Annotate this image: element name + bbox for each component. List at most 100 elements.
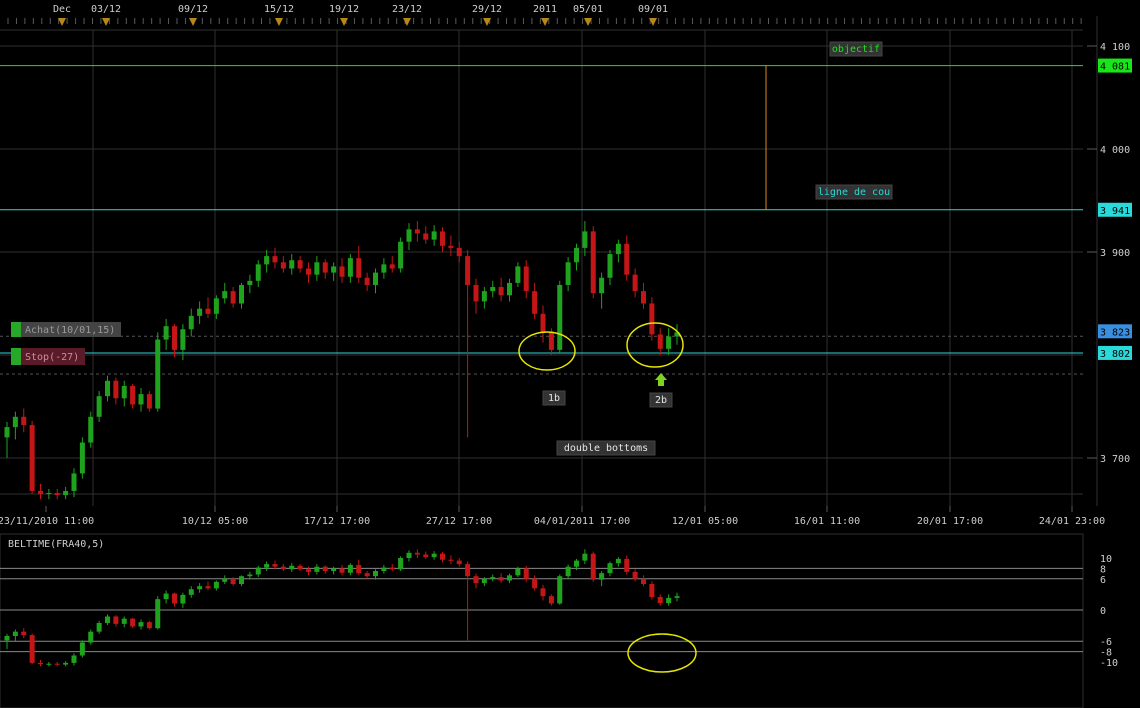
candle-body — [239, 284, 244, 304]
price-tag-label: 3 802 — [1100, 349, 1130, 360]
time-axis-label: 20/01 17:00 — [917, 516, 983, 527]
price-tick-label: 3 700 — [1100, 454, 1130, 465]
candle-body — [289, 260, 295, 269]
ind-body — [339, 568, 345, 573]
candle-body — [121, 385, 127, 399]
ind-body — [473, 576, 479, 584]
top-axis-label: 23/12 — [392, 4, 422, 15]
candle-body — [389, 264, 395, 269]
time-axis-label: 04/01/2011 17:00 — [534, 516, 630, 527]
candle-body — [649, 303, 655, 335]
candle-body — [657, 334, 663, 349]
candle-body — [306, 268, 311, 275]
candle-body — [322, 262, 328, 273]
ind-body — [565, 566, 571, 577]
ind-body — [465, 564, 471, 577]
candle-body — [565, 262, 571, 285]
ind-body — [414, 552, 420, 555]
time-axis-label: 23/11/2010 11:00 — [0, 516, 94, 527]
ind-body — [523, 568, 529, 579]
candle-body — [172, 326, 177, 350]
ind-body — [532, 578, 538, 589]
price-axis: 4 100 4 000 3 900 3 700 4 081 3 941 3 823 3 802 — [1087, 16, 1132, 506]
candle-body — [21, 416, 27, 426]
top-axis-label: 29/12 — [472, 4, 502, 15]
candle-body — [364, 277, 370, 285]
candle-body — [130, 385, 136, 405]
ind-body — [448, 559, 454, 561]
indicator-panel[interactable]: 1086 0 -6-8-10 BELTIME(FRA40,5) — [0, 533, 1118, 708]
candle-body — [88, 416, 94, 443]
ind-body — [582, 553, 588, 561]
ind-body — [431, 553, 437, 558]
candle-body — [624, 243, 630, 275]
top-axis-label: 2011 — [533, 4, 557, 15]
candle-body — [481, 291, 487, 302]
ind-body — [347, 564, 353, 573]
ind-tick-label: -10 — [1100, 658, 1118, 669]
ind-body — [63, 662, 69, 665]
ind-body — [213, 581, 219, 589]
ind-body — [105, 616, 110, 623]
top-axis-label: 09/12 — [178, 4, 208, 15]
stop-order-label: Stop(-27) — [25, 352, 79, 363]
ind-body — [280, 566, 286, 570]
ind-body — [306, 569, 311, 572]
candle-body — [431, 231, 437, 240]
candle-body — [71, 473, 77, 491]
ind-body — [507, 575, 512, 581]
ind-tick-label: -8 — [1100, 648, 1112, 659]
candle-body — [155, 339, 161, 409]
stop-order-swatch — [11, 348, 21, 365]
ind-body — [180, 594, 186, 604]
candle-body — [255, 264, 261, 281]
candle-body — [197, 308, 203, 316]
candle-body — [523, 266, 529, 292]
candle-body — [188, 315, 194, 330]
top-axis-label: 15/12 — [264, 4, 294, 15]
candle-body — [582, 231, 588, 248]
ind-body — [515, 568, 521, 576]
time-axis-label: 17/12 17:00 — [304, 516, 370, 527]
top-axis-label: 03/12 — [91, 4, 121, 15]
top-axis-label: 19/12 — [329, 4, 359, 15]
candle-body — [448, 245, 454, 248]
trading-chart[interactable]: Dec 03/12 09/12 15/12 19/12 23/12 29/12 2011 05/… — [0, 0, 1140, 708]
candle-body — [373, 272, 378, 285]
ind-body — [113, 616, 119, 624]
ind-body — [373, 571, 378, 577]
candle-body — [12, 416, 18, 428]
ind-body — [406, 552, 412, 558]
ind-body — [389, 567, 395, 570]
ind-body — [138, 622, 144, 627]
candle-body — [297, 260, 303, 269]
buy-order-label: Achat(10/01,15) — [25, 325, 115, 336]
candle-body — [398, 241, 404, 269]
ind-body — [615, 558, 621, 564]
candle-body — [331, 266, 337, 273]
candle-body — [54, 493, 60, 496]
candle-body — [423, 233, 429, 240]
price-tag-label: 4 081 — [1100, 62, 1130, 73]
candle-body — [414, 229, 420, 234]
price-tick-label: 4 000 — [1100, 145, 1130, 156]
candle-body — [280, 262, 286, 269]
ind-body — [574, 560, 579, 567]
candle-body — [599, 277, 605, 294]
ind-body — [255, 567, 261, 575]
candle-body — [230, 291, 236, 304]
ind-body — [666, 597, 672, 604]
ind-body — [289, 565, 295, 570]
ind-body — [364, 573, 370, 577]
price-tick-label: 4 100 — [1100, 42, 1130, 53]
candle-body — [473, 284, 479, 302]
candle-body — [79, 442, 85, 474]
top-axis-label: 09/01 — [638, 4, 668, 15]
ind-body — [222, 578, 228, 582]
time-axis-label: 24/01 23:00 — [1039, 516, 1105, 527]
top-axis-label: 05/01 — [573, 4, 603, 15]
ind-tick-label: -6 — [1100, 637, 1112, 648]
ind-body — [239, 576, 244, 584]
ind-body — [632, 571, 638, 579]
indicator-title: BELTIME(FRA40,5) — [8, 539, 104, 550]
